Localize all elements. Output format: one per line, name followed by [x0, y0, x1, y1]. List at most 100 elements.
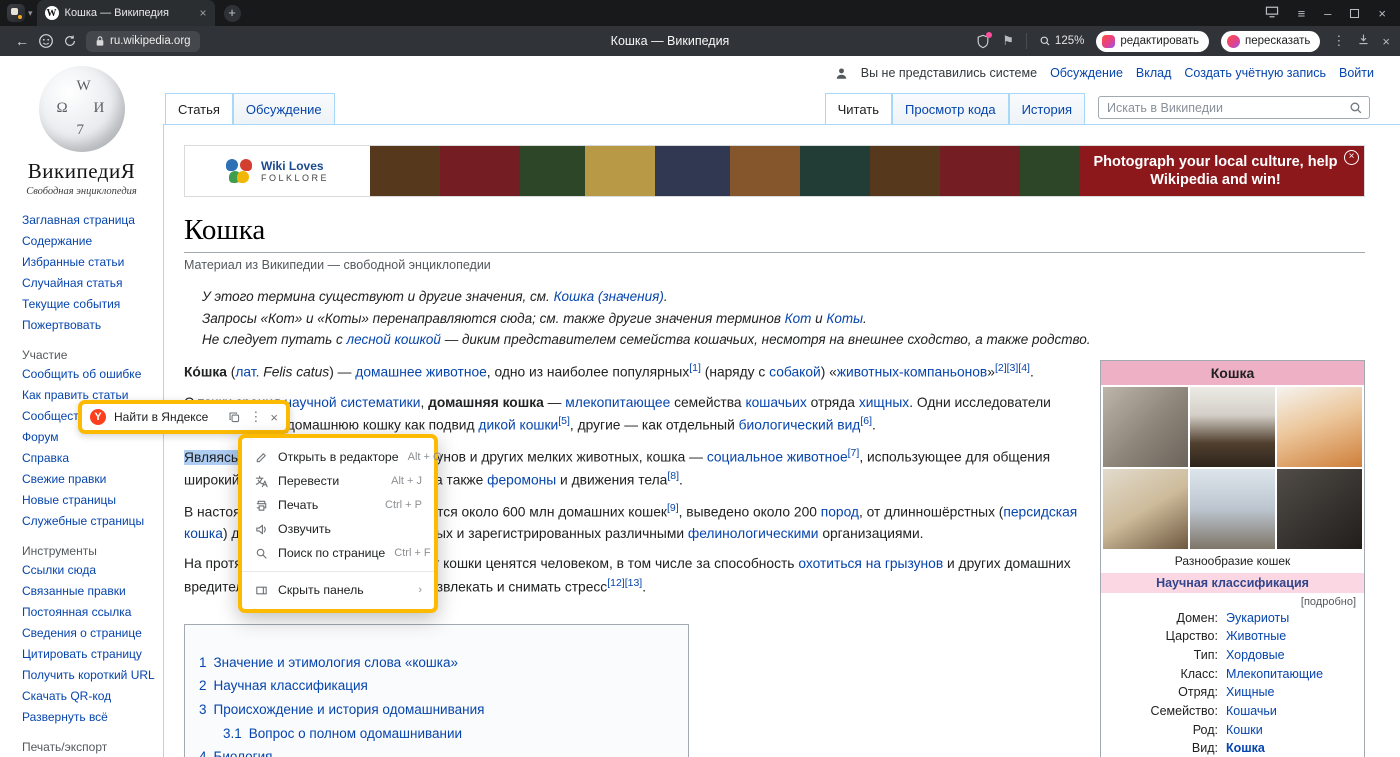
wiki-link[interactable]: феромоны — [487, 473, 556, 488]
sidebar-item[interactable]: Связанные правки — [22, 584, 157, 599]
tab-Просмотр кода[interactable]: Просмотр кода — [892, 93, 1009, 124]
close-window-button[interactable]: × — [1378, 6, 1386, 21]
yandex-selection-popup[interactable]: Y Найти в Яндексе ⋮ × — [78, 400, 290, 434]
wiki-link[interactable]: фелинологическими — [688, 526, 819, 541]
maximize-button[interactable] — [1350, 9, 1359, 18]
find-in-yandex-label[interactable]: Найти в Яндексе — [114, 410, 220, 424]
menu-item-1[interactable]: ПеревестиAlt + J — [242, 469, 434, 493]
taxon-value[interactable]: Млекопитающие — [1222, 665, 1364, 684]
menu-icon[interactable]: ≡ — [1298, 6, 1306, 21]
taxon-value[interactable]: Кошка — [1222, 739, 1364, 757]
wlf-banner[interactable]: Wiki Loves FOLKLORE Photograph your loca… — [184, 145, 1365, 197]
reference-link[interactable]: [2][3][4] — [995, 362, 1030, 374]
toc-item[interactable]: 4Биология — [199, 745, 668, 757]
wiki-link[interactable]: хищных — [859, 395, 909, 410]
tab-list-chevron-icon[interactable]: ▾ — [28, 8, 33, 19]
tab-Статья[interactable]: Статья — [165, 93, 233, 124]
reference-link[interactable]: [12][13] — [607, 577, 642, 589]
sidebar-item[interactable]: Сообщить об ошибке — [22, 367, 157, 382]
cat-photo-6[interactable] — [1277, 469, 1362, 549]
kebab-menu-icon[interactable]: ⋮ — [1332, 33, 1345, 49]
taxon-value[interactable]: Хищные — [1222, 683, 1364, 702]
sidebar-item[interactable]: Сведения о странице — [22, 626, 157, 641]
browser-logo[interactable] — [7, 4, 25, 22]
personal-link[interactable]: Вклад — [1136, 66, 1172, 80]
cat-photo-2[interactable] — [1190, 387, 1275, 467]
wiki-search[interactable] — [1098, 96, 1370, 119]
personal-link[interactable]: Войти — [1339, 66, 1374, 80]
reference-link[interactable]: [9] — [667, 502, 679, 514]
banner-close-icon[interactable]: × — [1344, 150, 1359, 165]
wiki-link[interactable]: животных-компаньонов — [837, 364, 987, 379]
banner-photos[interactable] — [370, 146, 1079, 196]
wiki-link[interactable]: охотиться на грызунов — [798, 556, 943, 571]
bookmark-flag-icon[interactable]: ⚑ — [1002, 33, 1014, 49]
downloads-icon[interactable] — [1357, 33, 1370, 49]
taxon-value[interactable]: Кошки — [1222, 721, 1364, 740]
sidebar-item[interactable]: Случайная статья — [22, 276, 157, 291]
close-panel-icon[interactable]: × — [1382, 34, 1390, 49]
taxon-value[interactable]: Кошачьи — [1222, 702, 1364, 721]
retell-button[interactable]: пересказать — [1221, 31, 1320, 52]
toc-item[interactable]: 3Происхождение и история одомашнивания — [199, 698, 668, 722]
cast-icon[interactable] — [1265, 6, 1279, 21]
taxon-value[interactable]: Эукариоты — [1222, 609, 1364, 628]
wikipedia-logo[interactable]: WΩИ7 ВикипедиЯ Свободная энциклопедия — [0, 58, 163, 197]
menu-item-4[interactable]: Поиск по страницеCtrl + F — [242, 541, 434, 565]
taxon-value[interactable]: Хордовые — [1222, 646, 1364, 665]
wiki-link[interactable]: млекопитающее — [565, 395, 670, 410]
sidebar-item[interactable]: Содержание — [22, 234, 157, 249]
sidebar-item[interactable]: Текущие события — [22, 297, 157, 312]
sidebar-item[interactable]: Новые страницы — [22, 493, 157, 508]
browser-tab[interactable]: W Кошка — Википедия × — [37, 0, 215, 26]
toc-item[interactable]: 3.1Вопрос о полном одомашнивании — [199, 722, 668, 746]
cat-photo-4[interactable] — [1103, 469, 1188, 549]
reference-link[interactable]: [6] — [860, 415, 872, 427]
sidebar-item[interactable]: Избранные статьи — [22, 255, 157, 270]
sidebar-item[interactable]: Цитировать страницу — [22, 647, 157, 662]
minimize-button[interactable]: – — [1324, 6, 1331, 21]
wiki-link[interactable]: социальное животное — [707, 450, 848, 465]
menu-item-0[interactable]: Открыть в редактореAlt + O — [242, 445, 434, 469]
wiki-search-input[interactable] — [1107, 101, 1349, 115]
tab-Читать[interactable]: Читать — [825, 93, 892, 124]
cat-photo-3[interactable] — [1277, 387, 1362, 467]
copy-icon[interactable] — [228, 411, 241, 424]
popup-kebab-icon[interactable]: ⋮ — [249, 409, 262, 425]
wiki-link[interactable]: Коты — [826, 311, 863, 326]
wiki-link[interactable]: научной систематики — [284, 395, 420, 410]
details-link[interactable]: [подробно] — [1101, 593, 1364, 609]
wiki-link[interactable]: Кот — [785, 311, 812, 326]
taxon-value[interactable]: Животные — [1222, 627, 1364, 646]
new-tab-button[interactable]: + — [224, 5, 241, 22]
sidebar-item[interactable]: Ссылки сюда — [22, 563, 157, 578]
menu-item-2[interactable]: ПечатьCtrl + P — [242, 493, 434, 517]
zoom-indicator[interactable]: 125% — [1039, 35, 1084, 47]
sidebar-item[interactable]: Постоянная ссылка — [22, 605, 157, 620]
taxobox-section-classification[interactable]: Научная классификация — [1101, 573, 1364, 593]
sidebar-item[interactable]: Справка — [22, 451, 157, 466]
popup-close-icon[interactable]: × — [270, 410, 278, 425]
personal-link[interactable]: Обсуждение — [1050, 66, 1123, 80]
wiki-link[interactable]: биологический вид — [739, 418, 861, 433]
toc-item[interactable]: 1Значение и этимология слова «кошка» — [199, 651, 668, 675]
wiki-link[interactable]: кошачьих — [745, 395, 806, 410]
wiki-link[interactable]: лесной кошкой — [347, 332, 441, 347]
sidebar-item[interactable]: Развернуть всё — [22, 710, 157, 725]
wiki-link[interactable]: собакой — [769, 364, 821, 379]
search-icon[interactable] — [1349, 101, 1363, 115]
cat-photo-5[interactable] — [1190, 469, 1275, 549]
sidebar-item[interactable]: Свежие правки — [22, 472, 157, 487]
wiki-link[interactable]: Кошка (значения) — [554, 289, 664, 304]
personal-link[interactable]: Создать учётную запись — [1184, 66, 1326, 80]
tab-close-icon[interactable]: × — [200, 6, 207, 20]
wiki-link[interactable]: домашнее животное — [355, 364, 487, 379]
toc-item[interactable]: 2Научная классификация — [199, 674, 668, 698]
sidebar-item[interactable]: Служебные страницы — [22, 514, 157, 529]
reference-link[interactable]: [5] — [558, 415, 570, 427]
reload-button[interactable] — [58, 34, 82, 48]
reference-link[interactable]: [7] — [848, 447, 860, 459]
tab-Обсуждение[interactable]: Обсуждение — [233, 93, 335, 124]
sidebar-item[interactable]: Заглавная страница — [22, 213, 157, 228]
wiki-link[interactable]: лат. — [235, 364, 259, 379]
